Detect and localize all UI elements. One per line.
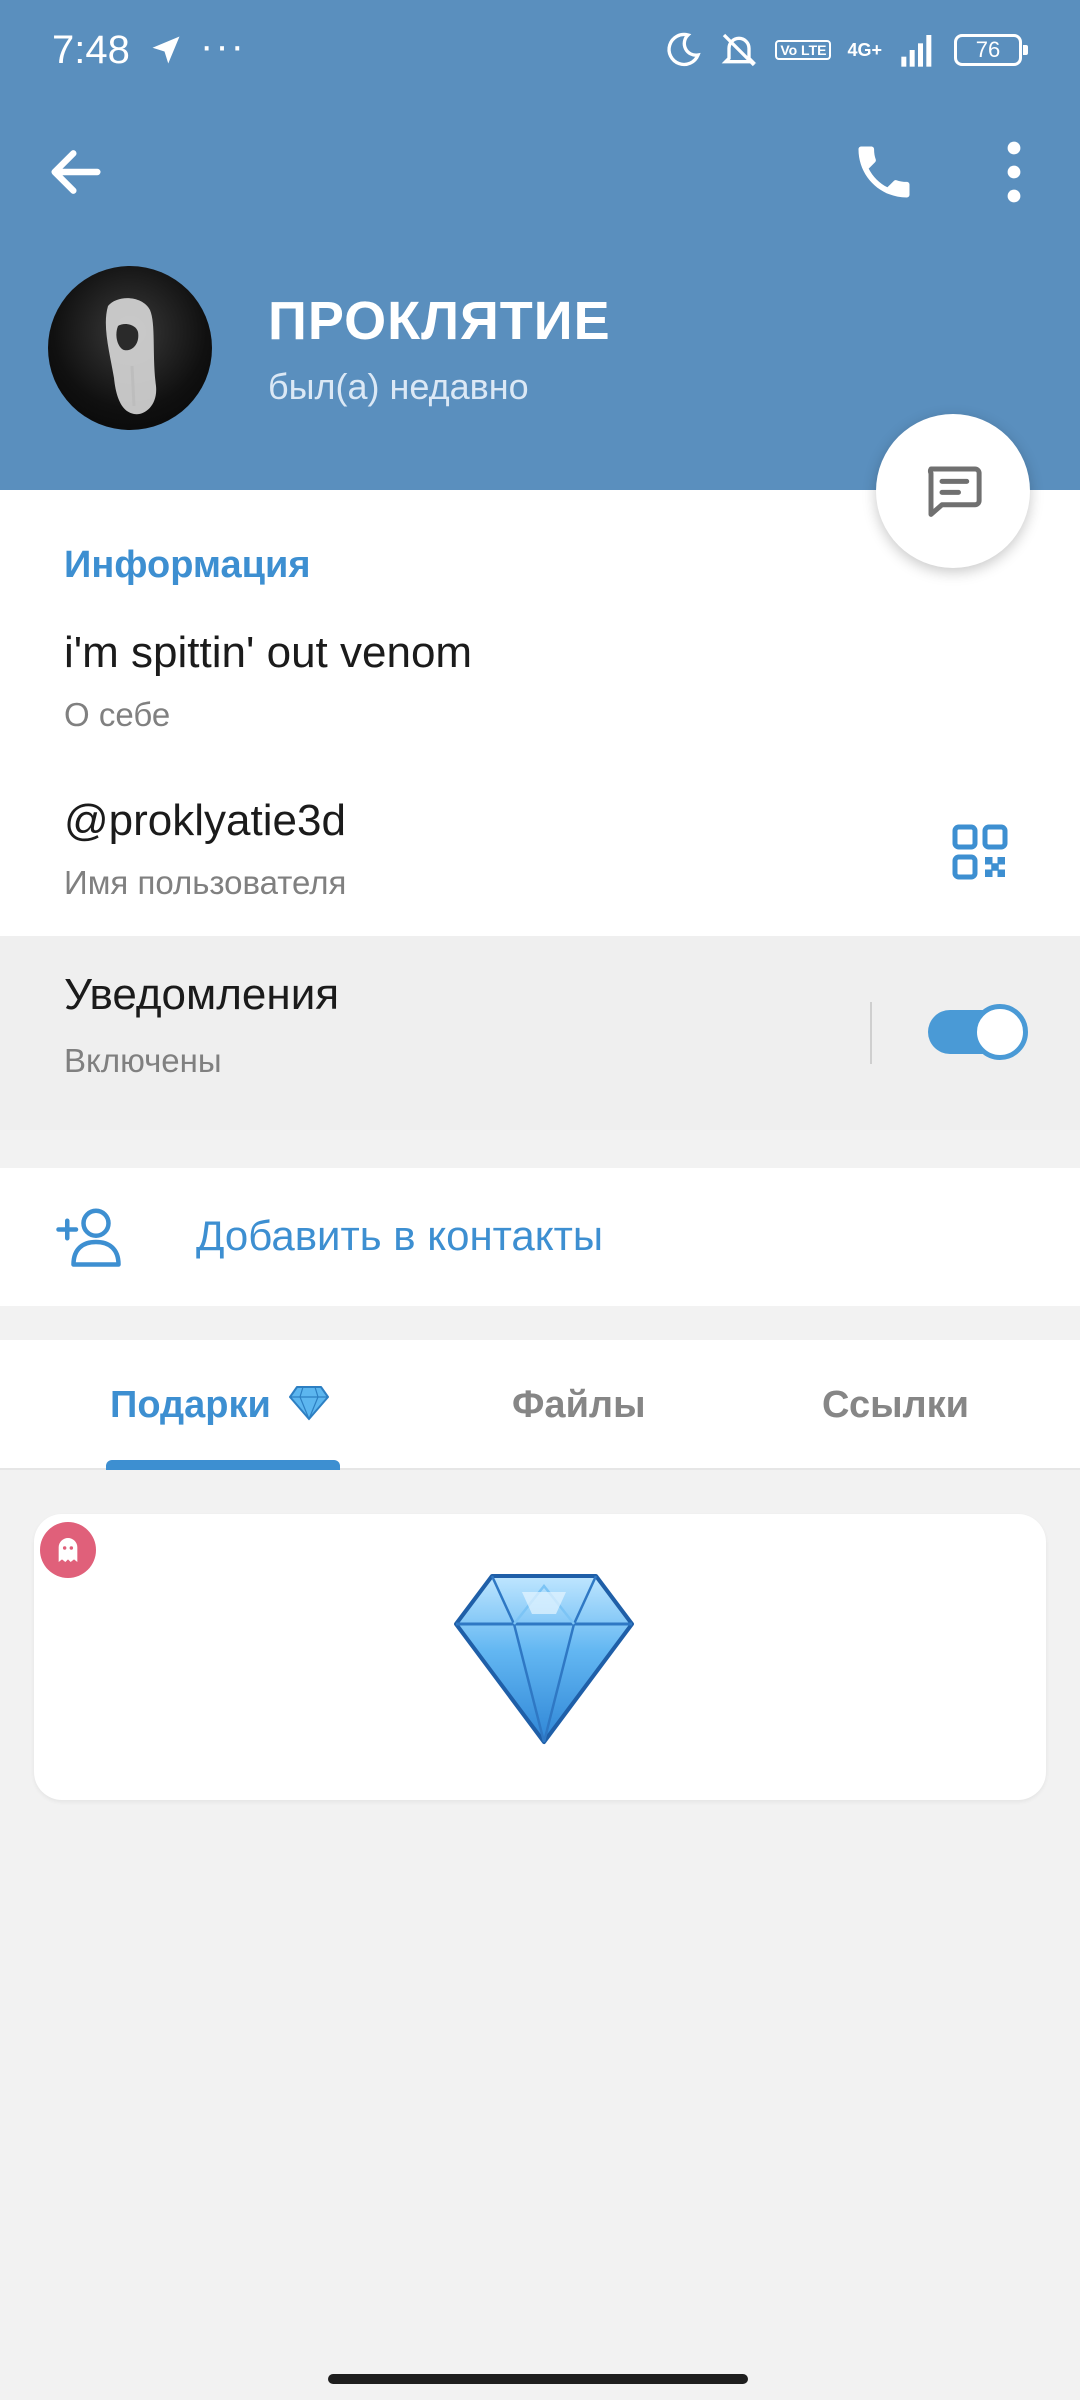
phone-icon[interactable] [850, 138, 918, 206]
toggle-knob [972, 1004, 1028, 1060]
tab-gifts[interactable]: Подарки [110, 1384, 330, 1427]
notifications-toggle[interactable] [928, 1004, 1028, 1060]
tab-indicator [106, 1460, 340, 1470]
add-contact-row[interactable]: Добавить в контакты [0, 1168, 1080, 1306]
bell-off-icon [721, 33, 757, 67]
ghost-icon [58, 1538, 78, 1562]
bio-text[interactable]: i'm spittin' out venom [64, 628, 472, 678]
status-bar: 7:48 ··· Vo LTE 4G+ 76 [0, 0, 1080, 110]
location-arrow-icon [152, 36, 180, 64]
media-tabs: Подарки Файлы Ссылки [0, 1340, 1080, 1470]
tab-files[interactable]: Файлы [512, 1384, 646, 1427]
add-contact-label: Добавить в контакты [196, 1212, 604, 1259]
divider [870, 1002, 872, 1064]
tab-links[interactable]: Ссылки [822, 1384, 969, 1427]
username-label: Имя пользователя [64, 864, 347, 901]
notifications-state: Включены [64, 1042, 222, 1079]
back-arrow-icon[interactable] [44, 140, 108, 204]
add-user-icon [56, 1208, 121, 1267]
notifications-row[interactable]: Уведомления Включены [0, 936, 1080, 1130]
profile-name: ПРОКЛЯТИЕ [268, 291, 611, 351]
tab-gifts-label: Подарки [110, 1384, 271, 1426]
status-more-dots: ··· [200, 24, 246, 68]
gift-item[interactable] [34, 1514, 1046, 1800]
battery-indicator: 76 [954, 34, 1028, 66]
status-time: 7:48 [52, 28, 130, 72]
moon-icon [667, 32, 701, 67]
diamond-icon [454, 1574, 634, 1744]
notifications-title: Уведомления [64, 970, 340, 1019]
last-seen-status: был(а) недавно [268, 366, 529, 407]
info-section: Информация i'm spittin' out venom О себе… [0, 490, 1080, 1130]
section-title: Информация [64, 544, 311, 586]
signal-icon [901, 35, 932, 67]
message-icon [927, 466, 982, 517]
message-button[interactable] [876, 414, 1030, 568]
avatar[interactable] [48, 266, 212, 430]
bio-label: О себе [64, 696, 171, 733]
network-type: 4G+ [847, 40, 882, 60]
gift-badge [40, 1522, 96, 1578]
volte-indicator: Vo LTE [775, 40, 832, 60]
home-indicator[interactable] [328, 2374, 748, 2384]
avatar-image [105, 298, 157, 415]
diamond-icon [289, 1386, 330, 1421]
profile-header: 7:48 ··· Vo LTE 4G+ 76 ПРОКЛЯТИЕ был(а) … [0, 0, 1080, 490]
qr-code-icon[interactable] [950, 822, 1010, 882]
more-vertical-icon[interactable] [990, 138, 1038, 206]
status-indicators: Vo LTE 4G+ 76 [663, 30, 1028, 70]
username-text[interactable]: @proklyatie3d [64, 796, 346, 846]
